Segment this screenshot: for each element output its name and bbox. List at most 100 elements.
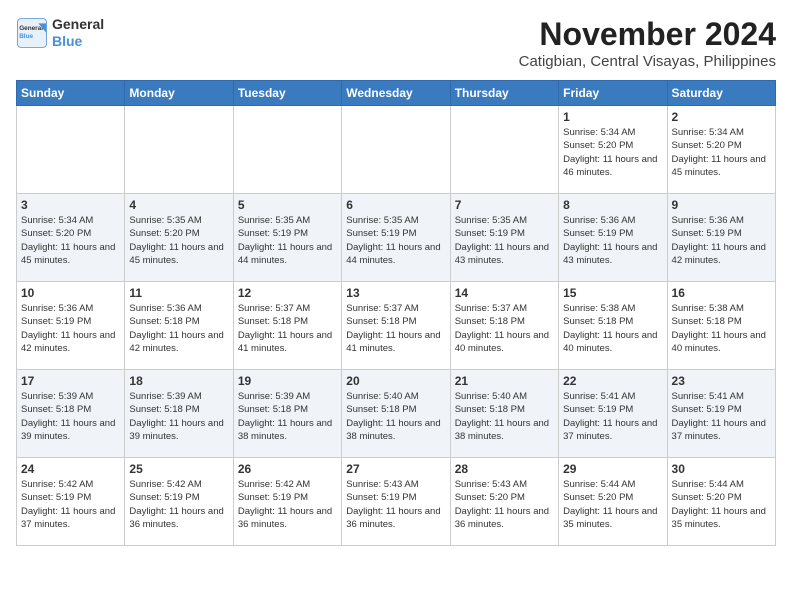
day-info: Sunrise: 5:39 AM Sunset: 5:18 PM Dayligh… [21,390,120,443]
calendar-cell: 2 Sunrise: 5:34 AM Sunset: 5:20 PM Daylig… [667,106,775,194]
day-number: 26 [238,462,337,476]
calendar-cell: 1Sunrise: 5:34 AM Sunset: 5:20 PM Daylig… [559,106,667,194]
calendar-cell [17,106,125,194]
day-number: 29 [563,462,662,476]
day-info: Sunrise: 5:36 AM Sunset: 5:19 PM Dayligh… [21,302,120,355]
svg-text:General: General [19,25,43,32]
weekday-header-sunday: Sunday [17,81,125,106]
calendar-cell: 10 Sunrise: 5:36 AM Sunset: 5:19 PM Dayli… [17,282,125,370]
logo-icon: General Blue [16,17,48,49]
day-info: Sunrise: 5:41 AM Sunset: 5:19 PM Dayligh… [672,390,771,443]
day-number: 24 [21,462,120,476]
day-info: Sunrise: 5:40 AM Sunset: 5:18 PM Dayligh… [346,390,445,443]
day-number: 9 [672,198,771,212]
calendar-week-row: 3Sunrise: 5:34 AM Sunset: 5:20 PM Daylig… [17,194,776,282]
svg-text:Blue: Blue [19,33,33,40]
calendar-cell: 4 Sunrise: 5:35 AM Sunset: 5:20 PM Daylig… [125,194,233,282]
day-number: 27 [346,462,445,476]
calendar-cell: 30Sunrise: 5:44 AM Sunset: 5:20 PM Dayli… [667,458,775,546]
day-number: 1 [563,110,662,124]
calendar-cell: 29 Sunrise: 5:44 AM Sunset: 5:20 PM Dayli… [559,458,667,546]
day-number: 21 [455,374,554,388]
weekday-header-saturday: Saturday [667,81,775,106]
calendar-week-row: 1 Sunrise: 5:34 AM Sunset: 5:20 PM Daylig… [17,106,776,194]
weekday-header-friday: Friday [559,81,667,106]
day-info: Sunrise: 5:43 AM Sunset: 5:20 PM Dayligh… [455,478,554,531]
day-number: 30 [672,462,771,476]
day-number: 19 [238,374,337,388]
day-info: Sunrise: 5:44 AM Sunset: 5:20 PM Dayligh… [563,478,662,531]
calendar-week-row: 10 Sunrise: 5:36 AM Sunset: 5:19 PM Dayli… [17,282,776,370]
day-info: Sunrise: 5:38 AM Sunset: 5:18 PM Dayligh… [672,302,771,355]
day-number: 2 [672,110,771,124]
calendar-title: November 2024 [519,16,776,53]
calendar-cell: 26Sunrise: 5:42 AM Sunset: 5:19 PM Dayli… [233,458,341,546]
calendar-subtitle: Catigbian, Central Visayas, Philippines [519,53,776,70]
day-number: 13 [346,286,445,300]
day-info: Sunrise: 5:40 AM Sunset: 5:18 PM Dayligh… [455,390,554,443]
weekday-header-monday: Monday [125,81,233,106]
calendar-cell: 6Sunrise: 5:35 AM Sunset: 5:19 PM Daylig… [342,194,450,282]
day-number: 10 [21,286,120,300]
calendar-cell [233,106,341,194]
day-number: 18 [129,374,228,388]
weekday-header-wednesday: Wednesday [342,81,450,106]
calendar-cell: 28 Sunrise: 5:43 AM Sunset: 5:20 PM Dayli… [450,458,558,546]
day-info: Sunrise: 5:37 AM Sunset: 5:18 PM Dayligh… [238,302,337,355]
calendar-cell: 23Sunrise: 5:41 AM Sunset: 5:19 PM Dayli… [667,370,775,458]
calendar-cell: 9 Sunrise: 5:36 AM Sunset: 5:19 PM Daylig… [667,194,775,282]
day-number: 11 [129,286,228,300]
day-info: Sunrise: 5:39 AM Sunset: 5:18 PM Dayligh… [238,390,337,443]
day-number: 17 [21,374,120,388]
calendar-cell: 27 Sunrise: 5:43 AM Sunset: 5:19 PM Dayli… [342,458,450,546]
day-number: 6 [346,198,445,212]
day-number: 7 [455,198,554,212]
day-info: Sunrise: 5:35 AM Sunset: 5:20 PM Dayligh… [129,214,228,267]
calendar-cell: 12 Sunrise: 5:37 AM Sunset: 5:18 PM Dayli… [233,282,341,370]
day-number: 12 [238,286,337,300]
day-number: 8 [563,198,662,212]
day-info: Sunrise: 5:37 AM Sunset: 5:18 PM Dayligh… [346,302,445,355]
header: General Blue General Blue November 2024 … [16,16,776,70]
weekday-header-tuesday: Tuesday [233,81,341,106]
day-number: 4 [129,198,228,212]
calendar-cell: 20Sunrise: 5:40 AM Sunset: 5:18 PM Dayli… [342,370,450,458]
calendar-cell [125,106,233,194]
calendar-cell: 24 Sunrise: 5:42 AM Sunset: 5:19 PM Dayli… [17,458,125,546]
calendar-cell: 13 Sunrise: 5:37 AM Sunset: 5:18 PM Dayli… [342,282,450,370]
calendar-cell [342,106,450,194]
day-info: Sunrise: 5:36 AM Sunset: 5:19 PM Dayligh… [672,214,771,267]
calendar-cell: 8 Sunrise: 5:36 AM Sunset: 5:19 PM Daylig… [559,194,667,282]
day-info: Sunrise: 5:36 AM Sunset: 5:19 PM Dayligh… [563,214,662,267]
day-info: Sunrise: 5:42 AM Sunset: 5:19 PM Dayligh… [129,478,228,531]
calendar-header: SundayMondayTuesdayWednesdayThursdayFrid… [17,81,776,106]
day-info: Sunrise: 5:35 AM Sunset: 5:19 PM Dayligh… [455,214,554,267]
day-info: Sunrise: 5:34 AM Sunset: 5:20 PM Dayligh… [672,126,771,179]
calendar-cell: 7 Sunrise: 5:35 AM Sunset: 5:19 PM Daylig… [450,194,558,282]
logo: General Blue General Blue [16,16,104,50]
day-info: Sunrise: 5:41 AM Sunset: 5:19 PM Dayligh… [563,390,662,443]
calendar-cell: 25 Sunrise: 5:42 AM Sunset: 5:19 PM Dayli… [125,458,233,546]
day-number: 14 [455,286,554,300]
title-area: November 2024 Catigbian, Central Visayas… [519,16,776,70]
calendar-cell: 16 Sunrise: 5:38 AM Sunset: 5:18 PM Dayli… [667,282,775,370]
day-info: Sunrise: 5:37 AM Sunset: 5:18 PM Dayligh… [455,302,554,355]
day-info: Sunrise: 5:38 AM Sunset: 5:18 PM Dayligh… [563,302,662,355]
calendar-cell: 18Sunrise: 5:39 AM Sunset: 5:18 PM Dayli… [125,370,233,458]
day-number: 28 [455,462,554,476]
calendar-cell [450,106,558,194]
calendar-week-row: 24 Sunrise: 5:42 AM Sunset: 5:19 PM Dayli… [17,458,776,546]
day-number: 16 [672,286,771,300]
calendar-week-row: 17 Sunrise: 5:39 AM Sunset: 5:18 PM Dayli… [17,370,776,458]
day-info: Sunrise: 5:43 AM Sunset: 5:19 PM Dayligh… [346,478,445,531]
day-info: Sunrise: 5:35 AM Sunset: 5:19 PM Dayligh… [238,214,337,267]
calendar-cell: 15 Sunrise: 5:38 AM Sunset: 5:18 PM Dayli… [559,282,667,370]
calendar-cell: 5Sunrise: 5:35 AM Sunset: 5:19 PM Daylig… [233,194,341,282]
day-info: Sunrise: 5:42 AM Sunset: 5:19 PM Dayligh… [21,478,120,531]
day-number: 15 [563,286,662,300]
calendar-cell: 14 Sunrise: 5:37 AM Sunset: 5:18 PM Dayli… [450,282,558,370]
calendar-cell: 17 Sunrise: 5:39 AM Sunset: 5:18 PM Dayli… [17,370,125,458]
calendar-table: SundayMondayTuesdayWednesdayThursdayFrid… [16,80,776,546]
day-number: 25 [129,462,228,476]
day-number: 22 [563,374,662,388]
